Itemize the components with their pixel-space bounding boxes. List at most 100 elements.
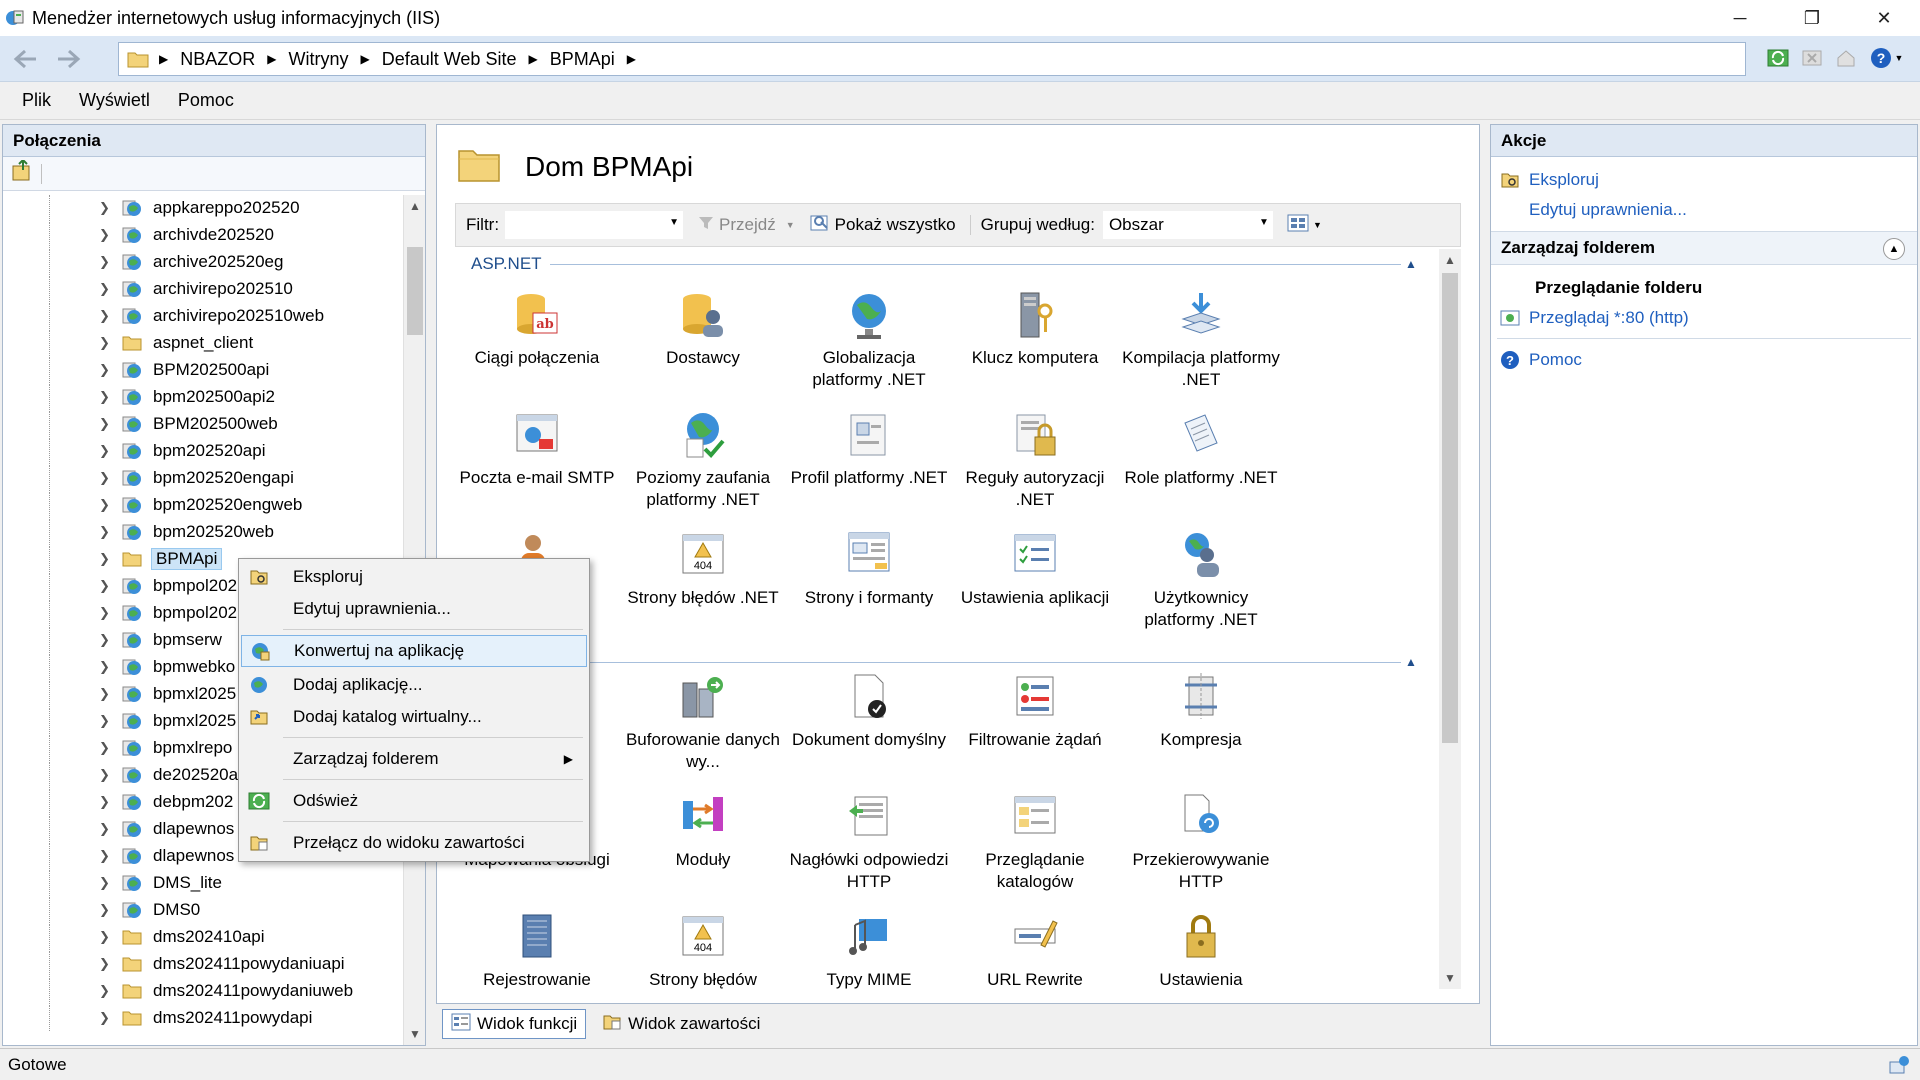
expand-chevron-icon[interactable]: ❯ (99, 416, 110, 432)
feature-logging[interactable]: Rejestrowanie (455, 911, 619, 989)
feature-pages-controls[interactable]: Strony i formanty (787, 529, 951, 609)
scroll-thumb[interactable] (407, 247, 423, 335)
feature-net-users[interactable]: Użytkownicy platformy .NET (1119, 529, 1283, 631)
expand-chevron-icon[interactable]: ❯ (99, 443, 110, 459)
tree-item[interactable]: ❯ archivirepo202510web (3, 303, 403, 329)
expand-chevron-icon[interactable]: ❯ (99, 470, 110, 486)
tree-item[interactable]: ❯ aspnet_client (3, 330, 403, 356)
show-all-button[interactable]: Pokaż wszystko (809, 213, 956, 238)
edit-permissions-link[interactable]: Edytuj uprawnienia... (1529, 200, 1687, 220)
feature-app-settings[interactable]: Ustawienia aplikacji (953, 529, 1117, 609)
expand-chevron-icon[interactable]: ❯ (99, 983, 110, 999)
tree-item[interactable]: ❯ archive202520eg (3, 249, 403, 275)
feature-smtp[interactable]: Poczta e-mail SMTP (455, 409, 619, 489)
action-help[interactable]: ? Pomoc (1491, 345, 1917, 375)
expand-chevron-icon[interactable]: ❯ (99, 902, 110, 918)
feature-error-pages[interactable]: 404 Strony błędów (621, 911, 785, 989)
minimize-button[interactable]: ─ (1704, 0, 1776, 36)
feature-machine-key[interactable]: Klucz komputera (953, 289, 1117, 369)
feature-providers[interactable]: Dostawcy (621, 289, 785, 369)
filter-input[interactable]: ▼ (505, 211, 684, 239)
tree-item[interactable]: ❯ bpm202500api2 (3, 384, 403, 410)
address-bar[interactable]: ▶ NBAZOR ▶ Witryny ▶ Default Web Site ▶ … (118, 42, 1746, 76)
feature-request-filtering[interactable]: Filtrowanie żądań (953, 671, 1117, 751)
back-button[interactable] (8, 43, 42, 75)
tree-item[interactable]: ❯ dms202410api (3, 924, 403, 950)
feature-mime-types[interactable]: Typy MIME (787, 911, 951, 989)
tree-item[interactable]: ❯ bpm202520api (3, 438, 403, 464)
expand-chevron-icon[interactable]: ❯ (99, 200, 110, 216)
tree-item[interactable]: ❯ appkareppo202520 (3, 195, 403, 221)
view-mode-button[interactable]: ▼ (1287, 214, 1322, 237)
ctx-switch-content-view[interactable]: Przełącz do widoku zawartości (241, 827, 587, 859)
collapse-icon[interactable]: ▲ (1401, 257, 1421, 271)
ctx-explore[interactable]: Eksploruj (241, 561, 587, 593)
ctx-edit-permissions[interactable]: Edytuj uprawnienia... (241, 593, 587, 625)
feature-modules[interactable]: Moduły (621, 791, 785, 871)
help-icon[interactable]: ? ▼ (1866, 44, 1906, 72)
expand-chevron-icon[interactable]: ❯ (99, 956, 110, 972)
feature-url-rewrite[interactable]: URL Rewrite (953, 911, 1117, 989)
tree-item[interactable]: ❯ dms202411powydaniuweb (3, 978, 403, 1004)
expand-chevron-icon[interactable]: ❯ (99, 821, 110, 837)
expand-chevron-icon[interactable]: ❯ (99, 767, 110, 783)
feature-http-redirect[interactable]: Przekierowywanie HTTP (1119, 791, 1283, 893)
browse-link[interactable]: Przeglądaj *:80 (http) (1529, 308, 1689, 328)
help-link[interactable]: Pomoc (1529, 350, 1582, 370)
expand-chevron-icon[interactable]: ❯ (99, 740, 110, 756)
scroll-down-icon[interactable]: ▼ (1439, 967, 1461, 989)
expand-chevron-icon[interactable]: ❯ (99, 308, 110, 324)
expand-chevron-icon[interactable]: ❯ (99, 389, 110, 405)
expand-chevron-icon[interactable]: ❯ (99, 524, 110, 540)
ctx-refresh[interactable]: Odśwież (241, 785, 587, 817)
expand-chevron-icon[interactable]: ❯ (99, 875, 110, 891)
expand-chevron-icon[interactable]: ❯ (99, 497, 110, 513)
expand-chevron-icon[interactable]: ❯ (99, 281, 110, 297)
expand-chevron-icon[interactable]: ❯ (99, 659, 110, 675)
breadcrumb-server[interactable]: NBAZOR (180, 49, 255, 70)
tab-features-view[interactable]: Widok funkcji (442, 1009, 587, 1039)
action-edit-permissions[interactable]: Edytuj uprawnienia... (1491, 195, 1917, 225)
ctx-add-application[interactable]: Dodaj aplikację... (241, 669, 587, 701)
go-button[interactable]: Przejdź ▼ (697, 214, 795, 237)
tree-item[interactable]: ❯ archivde202520 (3, 222, 403, 248)
expand-chevron-icon[interactable]: ❯ (99, 632, 110, 648)
home-icon[interactable] (1832, 44, 1860, 72)
close-button[interactable]: ✕ (1848, 0, 1920, 36)
collapse-icon[interactable]: ▲ (1401, 655, 1421, 669)
feature-default-document[interactable]: Dokument domyślny (787, 671, 951, 751)
feature-output-caching[interactable]: Buforowanie danych wy... (621, 671, 785, 773)
group-by-select[interactable]: Obszar ▼ (1102, 211, 1273, 239)
expand-chevron-icon[interactable]: ❯ (99, 794, 110, 810)
tree-item[interactable]: ❯ BPM202500web (3, 411, 403, 437)
scroll-up-icon[interactable]: ▲ (404, 195, 426, 217)
expand-chevron-icon[interactable]: ❯ (99, 713, 110, 729)
tree-item[interactable]: ❯ archivirepo202510 (3, 276, 403, 302)
tree-item[interactable]: ❯ dms202411powydapi (3, 1005, 403, 1031)
action-browse[interactable]: Przeglądaj *:80 (http) (1491, 303, 1917, 333)
tree-item[interactable]: ❯ bpm202520engweb (3, 492, 403, 518)
tree-item[interactable]: ❯ bpm202520engapi (3, 465, 403, 491)
breadcrumb-sites[interactable]: Witryny (288, 49, 348, 70)
feature-directory-browsing[interactable]: Przeglądanie katalogów (953, 791, 1117, 893)
restore-button[interactable]: ❐ (1776, 0, 1848, 36)
expand-chevron-icon[interactable]: ❯ (99, 1010, 110, 1026)
feature-connection-strings[interactable]: ab Ciągi połączenia (455, 289, 619, 369)
expand-chevron-icon[interactable]: ❯ (99, 254, 110, 270)
feature-http-response-headers[interactable]: Nagłówki odpowiedzi HTTP (787, 791, 951, 893)
breadcrumb-default-site[interactable]: Default Web Site (382, 49, 517, 70)
feature-trust-levels[interactable]: Poziomy zaufania platformy .NET (621, 409, 785, 511)
expand-chevron-icon[interactable]: ❯ (99, 578, 110, 594)
menu-view[interactable]: Wyświetl (65, 90, 164, 111)
expand-chevron-icon[interactable]: ❯ (99, 551, 110, 567)
feature-settings-lock[interactable]: Ustawienia (1119, 911, 1283, 989)
expand-chevron-icon[interactable]: ❯ (99, 605, 110, 621)
expand-chevron-icon[interactable]: ❯ (99, 362, 110, 378)
stop-icon[interactable] (1798, 44, 1826, 72)
feature-roles[interactable]: Role platformy .NET (1119, 409, 1283, 489)
features-scrollbar[interactable]: ▲ ▼ (1439, 249, 1461, 989)
feature-compression[interactable]: Kompresja (1119, 671, 1283, 751)
feature-profile[interactable]: Profil platformy .NET (787, 409, 951, 489)
action-explore[interactable]: Eksploruj (1491, 165, 1917, 195)
expand-chevron-icon[interactable]: ❯ (99, 227, 110, 243)
